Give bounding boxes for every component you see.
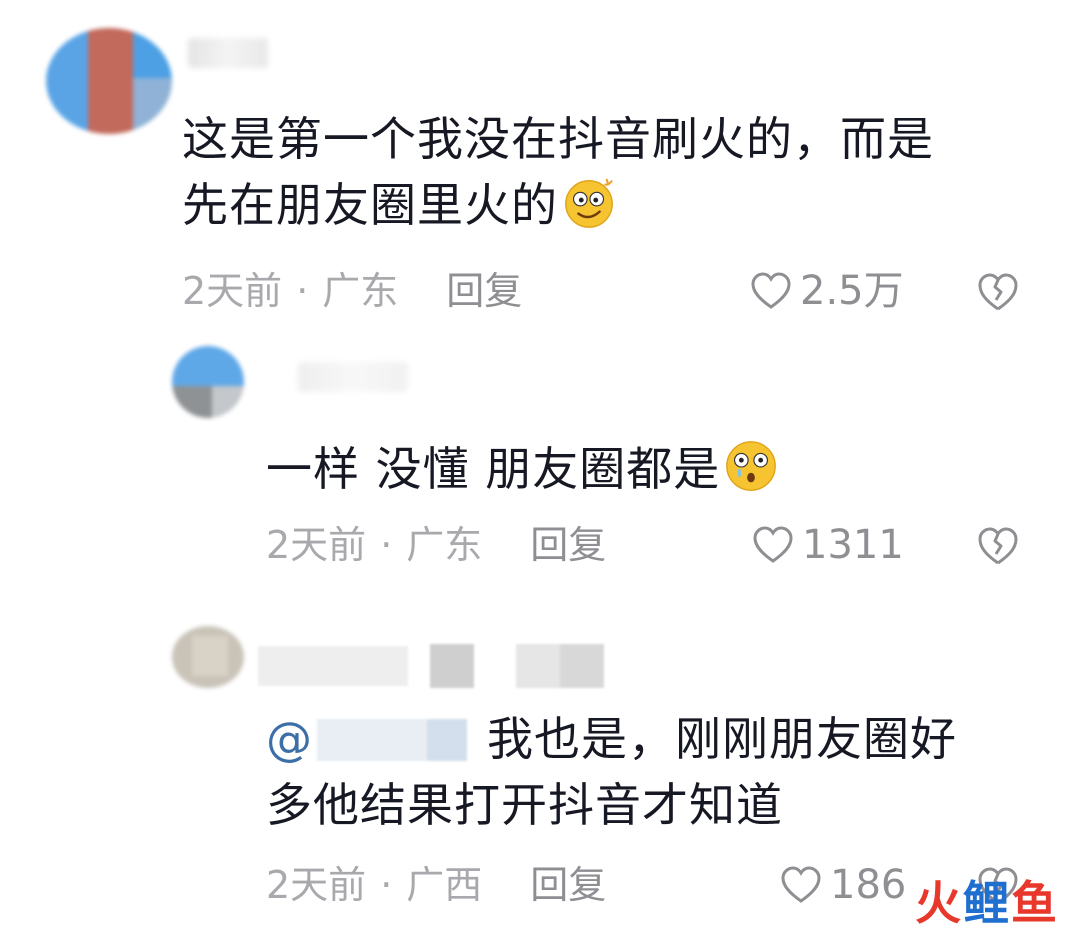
separator: · bbox=[380, 523, 393, 567]
mention-mosaic bbox=[317, 719, 467, 761]
like-button[interactable]: 2.5万 bbox=[750, 266, 904, 316]
comment-location: 广东 bbox=[322, 269, 399, 313]
broken-heart-icon[interactable] bbox=[976, 270, 1020, 314]
comment-text: 这是第一个我没在抖音刷火的，而是 先在朋友圈里火的 bbox=[182, 112, 934, 232]
reply-button[interactable]: 回复 bbox=[530, 863, 606, 907]
comment-meta: 2天前 · 广东 回复 bbox=[182, 266, 522, 316]
comment-time: 2天前 bbox=[182, 269, 283, 313]
comment-text: @ 我也是，刚刚朋友圈好 多他结果打开抖音才知道 bbox=[266, 712, 957, 832]
reply-button[interactable]: 回复 bbox=[446, 269, 522, 313]
like-count: 1311 bbox=[802, 522, 904, 568]
username-redacted[interactable] bbox=[188, 38, 268, 68]
comment-location: 广东 bbox=[406, 523, 483, 567]
username-mosaic[interactable] bbox=[258, 640, 608, 690]
broken-heart-icon[interactable] bbox=[976, 524, 1020, 568]
username-redacted[interactable] bbox=[298, 362, 408, 392]
avatar[interactable] bbox=[46, 28, 172, 134]
comment-location: 广西 bbox=[406, 863, 483, 907]
like-button[interactable]: 1311 bbox=[752, 520, 904, 570]
separator: · bbox=[296, 269, 309, 313]
dizzy-face-emoji bbox=[565, 178, 613, 228]
avatar[interactable] bbox=[172, 346, 244, 418]
avatar[interactable] bbox=[172, 626, 244, 688]
mention-link[interactable]: @ bbox=[266, 712, 467, 766]
watermark-logo: 火鲤鱼 bbox=[915, 876, 1059, 930]
comment-meta: 2天前 · 广东 回复 bbox=[266, 520, 606, 570]
like-count: 2.5万 bbox=[800, 268, 904, 314]
like-count: 186 bbox=[830, 862, 907, 908]
heart-outline-icon bbox=[781, 866, 821, 903]
comment-text: 一样 没懂 朋友圈都是 bbox=[266, 436, 780, 502]
comment-time: 2天前 bbox=[266, 523, 367, 567]
like-button[interactable]: 186 bbox=[780, 860, 906, 910]
separator: · bbox=[380, 863, 393, 907]
comment-time: 2天前 bbox=[266, 863, 367, 907]
comment-meta: 2天前 · 广西 回复 bbox=[266, 860, 606, 910]
heart-outline-icon bbox=[751, 272, 791, 309]
shocked-crying-face-emoji bbox=[726, 441, 777, 491]
heart-outline-icon bbox=[753, 526, 793, 563]
reply-button[interactable]: 回复 bbox=[530, 523, 606, 567]
